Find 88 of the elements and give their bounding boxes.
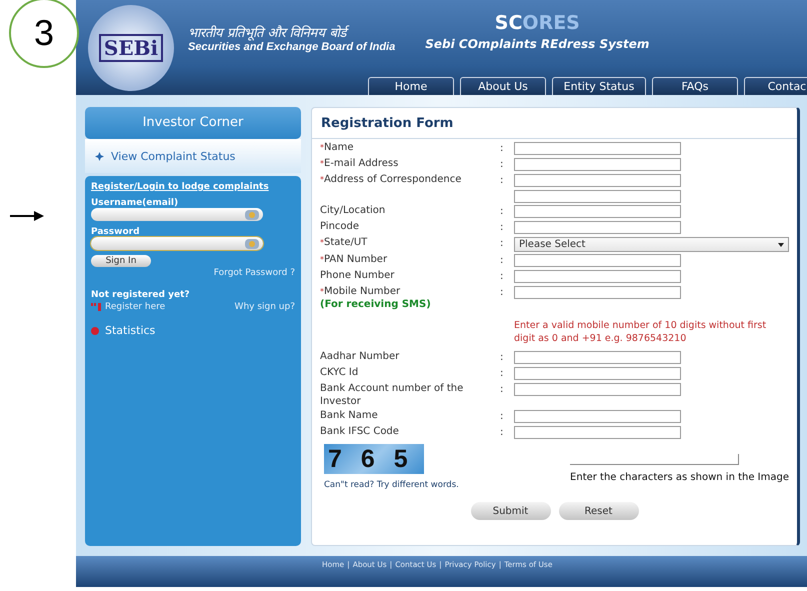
text-field[interactable] (514, 190, 681, 203)
colon: : (500, 142, 504, 156)
english-title: Securities and Exchange Board of India (188, 41, 396, 53)
caret-icon (778, 242, 784, 246)
nav-tab[interactable]: Contac (744, 77, 807, 95)
text-field[interactable] (514, 205, 681, 218)
required-mark: * (320, 287, 324, 296)
why-sign-up-link[interactable]: Why sign up? (234, 302, 295, 312)
required-mark: * (320, 238, 324, 247)
field-label: Password (91, 227, 141, 237)
field-label: Phone Number (320, 270, 394, 281)
field-label: Name (324, 142, 354, 153)
text-field[interactable] (514, 383, 681, 396)
captcha-refresh-link[interactable]: Can"t read? Try different words. (324, 480, 459, 490)
captcha-code: 7 6 5 (327, 444, 414, 474)
brand-name: SCORES (494, 12, 581, 34)
form-button[interactable]: Submit (470, 502, 550, 520)
hindi-title: भारतीय प्रतिभूति और विनिमय बोर्ड (188, 26, 396, 41)
tagline: Sebi COmplaints REdress System (425, 37, 650, 51)
label-note: (For receiving SMS) (320, 298, 432, 311)
text-field[interactable] (514, 254, 681, 267)
sign-in-button[interactable]: Sign In (91, 255, 151, 267)
logo-text: SEBi (98, 34, 164, 62)
marker-icon (91, 303, 102, 311)
input-field[interactable] (91, 208, 263, 221)
text-field[interactable] (514, 286, 681, 299)
nav-tab[interactable]: About Us (460, 77, 546, 95)
status-link[interactable]: View Complaint Status (111, 150, 236, 162)
field-label: PAN Number (324, 254, 388, 265)
colon: : (500, 286, 504, 300)
bullet-icon (91, 326, 99, 334)
text-field[interactable] (514, 351, 681, 364)
field-label: Pincode (320, 221, 360, 232)
colon: : (500, 383, 504, 397)
field-label: E-mail Address (324, 158, 398, 169)
form-button[interactable]: Reset (558, 502, 638, 520)
field-label: Bank Account number of the Investor (320, 383, 464, 406)
colon: : (500, 174, 504, 188)
colon: : (500, 254, 504, 268)
colon: : (500, 205, 504, 219)
text-field[interactable] (514, 221, 681, 234)
required-mark: * (320, 159, 324, 168)
colon: : (500, 221, 504, 235)
text-field[interactable] (514, 410, 681, 423)
text-field[interactable] (514, 158, 681, 171)
square-icon (245, 238, 259, 248)
step-number: 3 (9, 0, 79, 68)
text-field[interactable] (514, 174, 681, 187)
input-field[interactable] (91, 237, 263, 250)
text-field[interactable] (514, 270, 681, 283)
colon: : (500, 270, 504, 284)
arrow-icon (10, 211, 44, 221)
colon: : (500, 426, 504, 440)
star-icon (95, 152, 104, 160)
colon: : (500, 158, 504, 172)
field-label: Bank IFSC Code (320, 426, 399, 437)
colon: : (500, 351, 504, 365)
field-label: City/Location (320, 205, 386, 216)
text-field[interactable] (514, 426, 681, 439)
square-icon (245, 210, 259, 220)
captcha-instruction: Enter the characters as shown in the Image (570, 472, 789, 483)
field-label: CKYC Id (320, 367, 358, 378)
colon: : (500, 410, 504, 424)
text-field[interactable] (514, 367, 681, 380)
field-label: Username(email) (91, 198, 180, 208)
colon: : (500, 367, 504, 381)
not-registered-text: Not registered yet? (91, 290, 191, 300)
forgot-password-link[interactable]: Forgot Password ? (214, 268, 295, 278)
nav-tab[interactable]: Entity Status (552, 77, 646, 95)
required-mark: * (320, 175, 324, 184)
required-mark: * (320, 255, 324, 264)
nav-tab[interactable]: FAQs (652, 77, 738, 95)
colon: : (500, 237, 504, 251)
validation-hint: Enter a valid mobile number of 10 digits without first digit as 0 and +91 e.g. 9876543210 (514, 319, 768, 346)
state-dropdown[interactable]: Please Select (514, 237, 789, 252)
statistics-link[interactable]: Statistics (105, 324, 156, 337)
field-label: Bank Name (320, 410, 378, 421)
field-label: Aadhar Number (320, 351, 400, 362)
nav-tab[interactable]: Home (368, 77, 454, 95)
login-title[interactable]: Register/Login to lodge complaints (91, 182, 295, 192)
register-link[interactable]: Register here (105, 302, 166, 312)
form-title: Registration Form (312, 108, 797, 139)
field-label: Address of Correspondence (324, 174, 462, 185)
field-label: State/UT (324, 237, 368, 248)
required-mark: * (320, 143, 324, 152)
field-label: Mobile Number (324, 286, 400, 297)
sidebar-heading: Investor Corner (85, 107, 301, 139)
text-field[interactable] (514, 142, 681, 155)
